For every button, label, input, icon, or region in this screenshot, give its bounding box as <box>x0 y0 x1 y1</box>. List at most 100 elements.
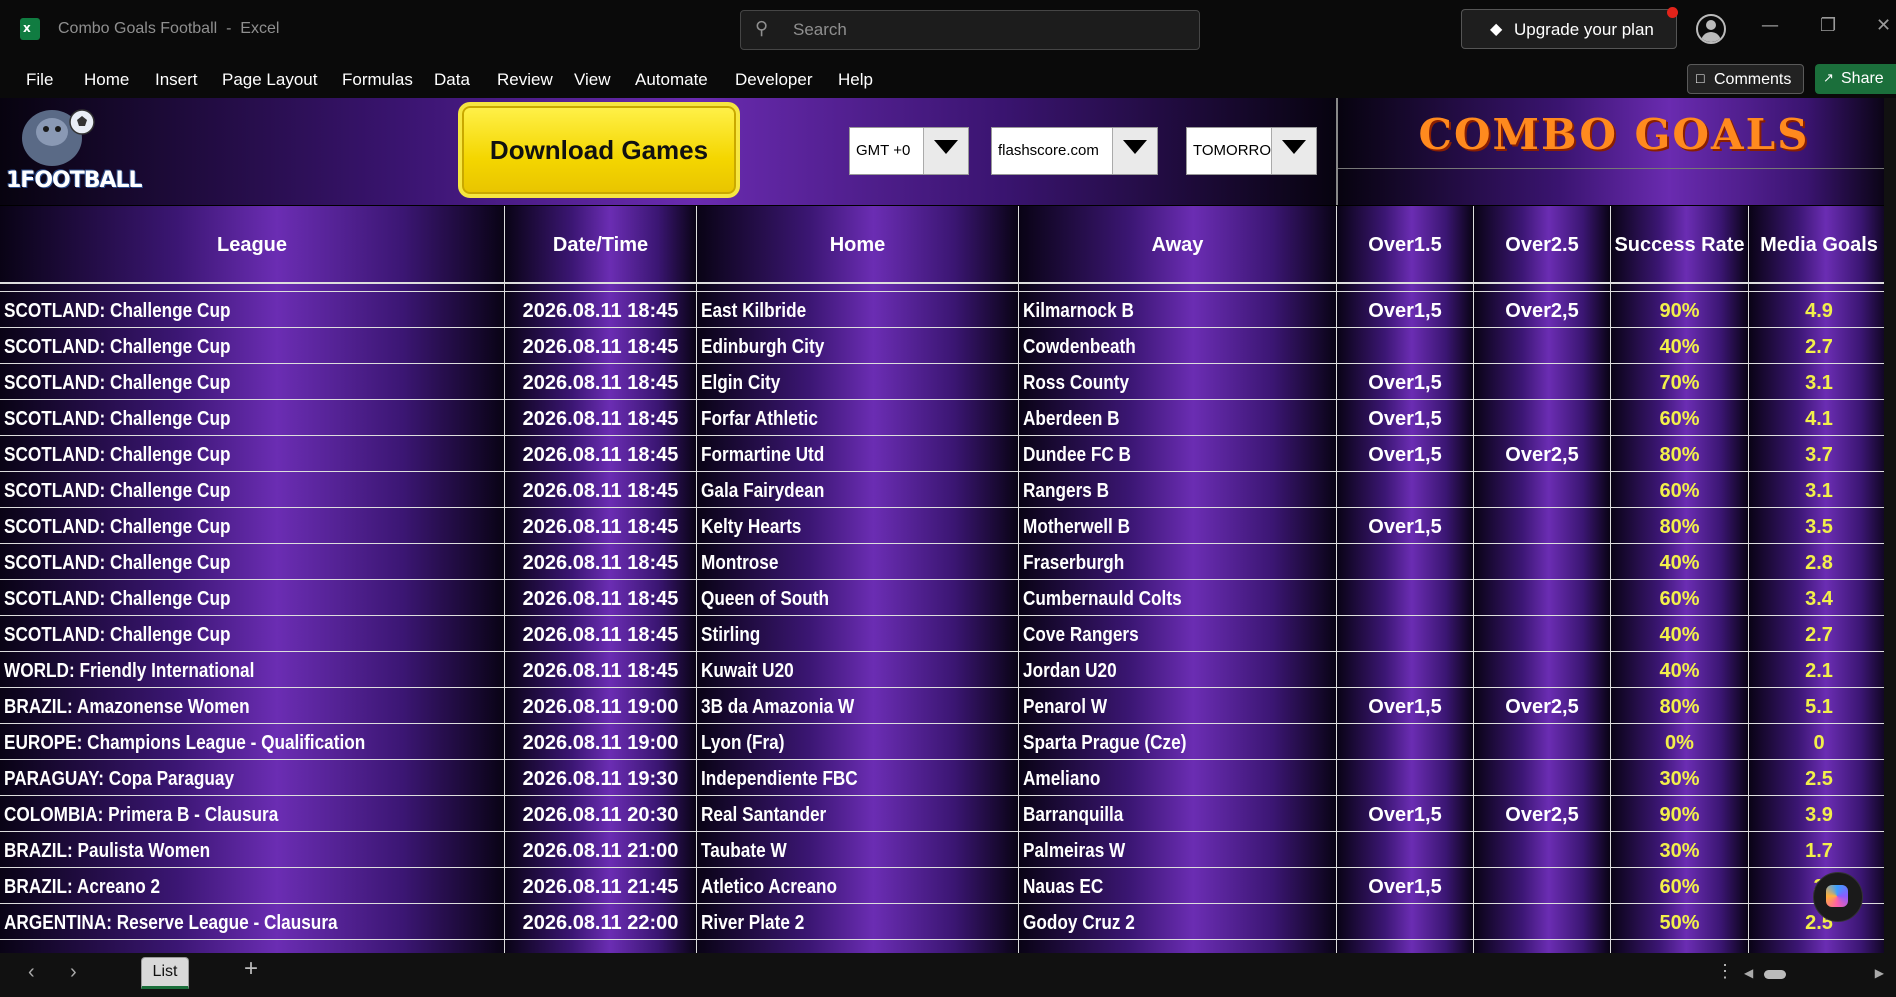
cell-success-rate[interactable] <box>1611 940 1749 953</box>
scroll-right-icon[interactable]: ▶ <box>1875 966 1884 980</box>
menu-home[interactable]: Home <box>84 70 129 90</box>
cell-home[interactable]: Edinburgh City <box>697 328 1019 364</box>
day-dropdown[interactable]: TOMORRO <box>1186 127 1317 175</box>
cell-home[interactable]: Independiente FBC <box>697 760 1019 796</box>
more-options-icon[interactable]: ⋮ <box>1716 961 1734 982</box>
cell-media-goals[interactable]: 2.8 <box>1749 544 1890 580</box>
cell-away[interactable]: Penarol W <box>1019 688 1337 724</box>
cell-away[interactable]: Cumbernauld Colts <box>1019 580 1337 616</box>
cell-media-goals[interactable]: 0 <box>1749 724 1890 760</box>
cell-datetime[interactable]: 2026.08.11 18:45 <box>505 364 697 400</box>
menu-page-layout[interactable]: Page Layout <box>222 70 317 90</box>
cell-away[interactable]: Palmeiras W <box>1019 832 1337 868</box>
cell-over15[interactable]: Over1,5 <box>1337 400 1474 436</box>
cell-media-goals[interactable]: 3.5 <box>1749 508 1890 544</box>
cell-success-rate[interactable]: 80% <box>1611 688 1749 724</box>
account-avatar[interactable] <box>1696 14 1726 44</box>
cell-over25[interactable] <box>1474 616 1611 652</box>
cell-away[interactable]: Fraserburgh <box>1019 544 1337 580</box>
copilot-button[interactable] <box>1813 872 1863 922</box>
cell-media-goals[interactable] <box>1749 940 1890 953</box>
cell-over25[interactable] <box>1474 472 1611 508</box>
cell-league[interactable]: SCOTLAND: Challenge Cup <box>0 292 505 328</box>
cell-away[interactable] <box>1019 940 1337 953</box>
cell-media-goals[interactable] <box>1749 284 1890 292</box>
cell-home[interactable]: East Kilbride <box>697 292 1019 328</box>
cell-home[interactable] <box>697 284 1019 292</box>
cell-away[interactable]: Jordan U20 <box>1019 652 1337 688</box>
menu-review[interactable]: Review <box>497 70 553 90</box>
chevron-left-icon[interactable]: ‹ <box>28 961 35 984</box>
minimize-icon[interactable]: — <box>1761 15 1779 36</box>
header-home[interactable]: Home <box>697 206 1019 284</box>
scroll-left-icon[interactable]: ◀ <box>1744 966 1753 980</box>
cell-over25[interactable]: Over2,5 <box>1474 688 1611 724</box>
share-button[interactable]: ↗ Share <box>1815 64 1896 94</box>
cell-over25[interactable]: Over2,5 <box>1474 436 1611 472</box>
cell-over15[interactable] <box>1337 760 1474 796</box>
chevron-down-icon[interactable] <box>923 128 968 174</box>
cell-over15[interactable] <box>1337 616 1474 652</box>
vertical-scrollbar[interactable] <box>1884 98 1896 953</box>
cell-over15[interactable] <box>1337 904 1474 940</box>
chevron-right-icon[interactable]: › <box>70 961 77 984</box>
cell-home[interactable]: Taubate W <box>697 832 1019 868</box>
cell-success-rate[interactable]: 40% <box>1611 544 1749 580</box>
cell-over25[interactable] <box>1474 580 1611 616</box>
search-input[interactable] <box>791 16 1185 44</box>
cell-home[interactable]: Kuwait U20 <box>697 652 1019 688</box>
cell-league[interactable] <box>0 284 505 292</box>
cell-over25[interactable] <box>1474 400 1611 436</box>
cell-datetime[interactable]: 2026.08.11 18:45 <box>505 472 697 508</box>
cell-away[interactable] <box>1019 284 1337 292</box>
cell-media-goals[interactable]: 4.1 <box>1749 400 1890 436</box>
cell-media-goals[interactable]: 2.1 <box>1749 652 1890 688</box>
cell-over15[interactable]: Over1,5 <box>1337 508 1474 544</box>
restore-icon[interactable]: ❐ <box>1820 15 1836 36</box>
cell-home[interactable] <box>697 940 1019 953</box>
cell-datetime[interactable] <box>505 284 697 292</box>
cell-over15[interactable] <box>1337 284 1474 292</box>
chevron-down-icon[interactable] <box>1271 128 1316 174</box>
cell-over15[interactable] <box>1337 724 1474 760</box>
cell-over15[interactable]: Over1,5 <box>1337 796 1474 832</box>
cell-media-goals[interactable]: 1.7 <box>1749 832 1890 868</box>
cell-league[interactable]: SCOTLAND: Challenge Cup <box>0 400 505 436</box>
cell-success-rate[interactable]: 0% <box>1611 724 1749 760</box>
cell-success-rate[interactable]: 60% <box>1611 868 1749 904</box>
cell-success-rate[interactable]: 90% <box>1611 796 1749 832</box>
cell-datetime[interactable]: 2026.08.11 18:45 <box>505 436 697 472</box>
cell-home[interactable]: Elgin City <box>697 364 1019 400</box>
cell-datetime[interactable]: 2026.08.11 18:45 <box>505 544 697 580</box>
cell-over25[interactable] <box>1474 284 1611 292</box>
cell-over15[interactable]: Over1,5 <box>1337 688 1474 724</box>
cell-datetime[interactable]: 2026.08.11 21:00 <box>505 832 697 868</box>
cell-home[interactable]: Montrose <box>697 544 1019 580</box>
cell-away[interactable]: Godoy Cruz 2 <box>1019 904 1337 940</box>
cell-success-rate[interactable]: 30% <box>1611 760 1749 796</box>
cell-league[interactable]: SCOTLAND: Challenge Cup <box>0 508 505 544</box>
cell-over25[interactable] <box>1474 544 1611 580</box>
cell-media-goals[interactable]: 3.1 <box>1749 364 1890 400</box>
cell-over25[interactable] <box>1474 508 1611 544</box>
cell-league[interactable]: SCOTLAND: Challenge Cup <box>0 472 505 508</box>
cell-media-goals[interactable]: 3.7 <box>1749 436 1890 472</box>
cell-home[interactable]: Gala Fairydean <box>697 472 1019 508</box>
cell-media-goals[interactable]: 3.1 <box>1749 472 1890 508</box>
cell-over15[interactable]: Over1,5 <box>1337 868 1474 904</box>
cell-over15[interactable] <box>1337 832 1474 868</box>
timezone-dropdown[interactable]: GMT +0 <box>849 127 969 175</box>
scroll-thumb[interactable] <box>1764 970 1786 979</box>
menu-automate[interactable]: Automate <box>635 70 708 90</box>
cell-over15[interactable] <box>1337 472 1474 508</box>
cell-away[interactable]: Motherwell B <box>1019 508 1337 544</box>
menu-formulas[interactable]: Formulas <box>342 70 413 90</box>
header-over15[interactable]: Over1.5 <box>1337 206 1474 284</box>
cell-success-rate[interactable]: 60% <box>1611 580 1749 616</box>
cell-home[interactable]: Forfar Athletic <box>697 400 1019 436</box>
menu-developer[interactable]: Developer <box>735 70 813 90</box>
cell-away[interactable]: Kilmarnock B <box>1019 292 1337 328</box>
cell-over25[interactable] <box>1474 652 1611 688</box>
cell-over25[interactable] <box>1474 868 1611 904</box>
cell-home[interactable]: Stirling <box>697 616 1019 652</box>
